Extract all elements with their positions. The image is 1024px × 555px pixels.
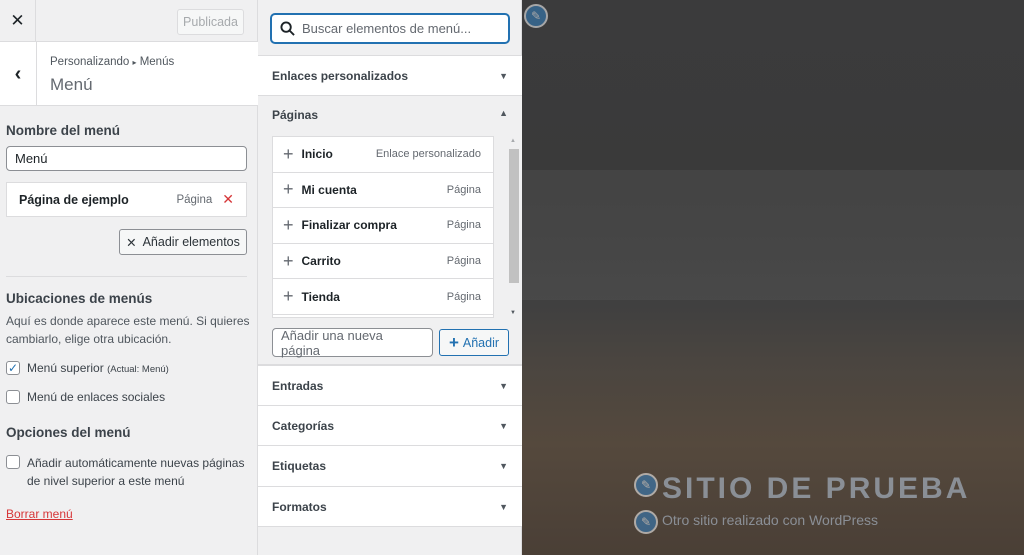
available-items-panel: Buscar elementos de menú... Enlaces pers… xyxy=(258,0,522,555)
menu-name-label: Nombre del menú xyxy=(6,123,121,138)
item-name: Tienda xyxy=(301,289,340,304)
scrollbar-thumb[interactable] xyxy=(509,149,519,283)
option-label: Menú de enlaces sociales xyxy=(27,390,166,404)
pages-list: + Inicio Enlace personalizado + Mi cuenta Pá… xyxy=(272,136,494,318)
option-note: (Actual: Menú) xyxy=(107,364,169,375)
add-items-button[interactable]: ✕ Añadir elementos xyxy=(119,229,247,255)
close-button[interactable]: ✕ xyxy=(0,0,36,42)
item-type: Página xyxy=(446,290,481,303)
section-formats[interactable]: Formatos ▼ xyxy=(258,486,522,527)
add-items-label: Añadir elementos xyxy=(142,235,240,249)
search-icon xyxy=(280,21,295,36)
caret-down-icon: ▼ xyxy=(499,380,508,391)
section-custom-links[interactable]: Enlaces personalizados ▼ xyxy=(258,55,522,96)
edit-menu-shortcut[interactable]: ✎ xyxy=(524,4,548,28)
site-preview: ✎ ✎ ✎ SITIO DE PRUEBA Otro sitio realiza… xyxy=(522,0,1024,555)
section-posts[interactable]: Entradas ▼ xyxy=(258,365,522,406)
menu-item[interactable]: Página de ejemplo Página ✕ xyxy=(6,182,247,217)
chevron-left-icon: ‹ xyxy=(14,62,22,85)
list-item[interactable]: + Tienda Página xyxy=(273,279,493,315)
add-page-label: Añadir xyxy=(462,335,500,350)
location-social-menu[interactable]: Menú de enlaces sociales xyxy=(6,390,165,404)
close-icon: ✕ xyxy=(10,11,25,30)
checkbox[interactable] xyxy=(6,455,20,469)
option-label: Menú superior xyxy=(27,361,104,375)
list-item[interactable]: + Inicio Enlace personalizado xyxy=(273,137,493,173)
item-type: Página xyxy=(446,219,481,232)
option-label: Añadir automáticamente nuevas páginas de… xyxy=(27,456,245,488)
section-title: Entradas xyxy=(272,378,324,393)
section-pages-header[interactable]: Páginas ▲ xyxy=(272,108,508,122)
section-title: Enlaces personalizados xyxy=(272,68,409,83)
plus-icon: + xyxy=(283,286,294,307)
menu-item-title: Página de ejemplo xyxy=(19,192,129,207)
item-name: Finalizar compra xyxy=(301,218,397,233)
site-tagline: Otro sitio realizado con WordPress xyxy=(662,512,879,528)
section-tags[interactable]: Etiquetas ▼ xyxy=(258,445,522,487)
remove-icon[interactable]: ✕ xyxy=(222,191,234,208)
plus-icon: + xyxy=(283,250,294,271)
edit-tagline-shortcut[interactable]: ✎ xyxy=(634,510,658,534)
locations-title: Ubicaciones de menús xyxy=(6,291,153,306)
site-title[interactable]: SITIO DE PRUEBA xyxy=(662,472,970,506)
page-title: Menú xyxy=(50,75,93,94)
pencil-icon: ✎ xyxy=(640,515,652,529)
divider xyxy=(6,276,247,277)
checkbox[interactable] xyxy=(6,390,20,404)
list-item[interactable]: + Carrito Página xyxy=(273,244,493,280)
caret-down-icon: ▼ xyxy=(499,461,508,471)
section-title: Formatos xyxy=(272,499,327,514)
caret-up-icon: ▲ xyxy=(499,108,508,118)
section-pages: Páginas ▲ + Inicio Enlace personalizado + Mi… xyxy=(258,96,522,365)
section-categories[interactable]: Categorías ▼ xyxy=(258,405,522,446)
preview-background-shape xyxy=(522,170,1024,300)
breadcrumb-root: Personalizando xyxy=(50,56,130,68)
menu-item-type: Página xyxy=(176,193,213,206)
item-name: Mi cuenta xyxy=(301,182,357,197)
scrollbar[interactable]: ▲ ▼ xyxy=(508,136,520,320)
top-bar: ✕ Publicada xyxy=(0,0,258,42)
search-placeholder: Buscar elementos de menú... xyxy=(302,21,472,36)
back-button[interactable]: ‹ xyxy=(0,42,37,106)
publish-button[interactable]: Publicada xyxy=(177,9,244,35)
panel-header: ‹ Personalizando ▸ Menús Menú xyxy=(0,42,258,106)
item-name: Carrito xyxy=(301,254,341,269)
pencil-icon: ✎ xyxy=(530,9,542,23)
locations-description: Aquí es donde aparece este menú. Si quie… xyxy=(6,314,250,346)
add-page-button[interactable]: + Añadir xyxy=(439,329,509,356)
plus-icon: + xyxy=(448,332,459,352)
new-page-input[interactable]: Añadir una nueva página xyxy=(272,328,433,358)
edit-title-shortcut[interactable]: ✎ xyxy=(634,473,658,497)
caret-down-icon: ▼ xyxy=(499,70,508,81)
plus-icon: + xyxy=(283,179,294,200)
item-type: Página xyxy=(446,255,481,268)
caret-down-icon: ▼ xyxy=(499,501,508,512)
close-icon: ✕ xyxy=(126,235,137,250)
plus-icon: + xyxy=(283,143,294,164)
auto-add-option[interactable]: Añadir automáticamente nuevas páginas de… xyxy=(6,454,251,490)
breadcrumb-sep: ▸ xyxy=(132,58,137,67)
item-type: Enlace personalizado xyxy=(375,148,481,161)
menu-name-input[interactable]: Menú xyxy=(6,146,247,171)
breadcrumb-current: Menús xyxy=(139,56,175,68)
breadcrumb: Personalizando ▸ Menús xyxy=(50,56,174,68)
checkbox-checked[interactable]: ✓ xyxy=(6,361,20,375)
delete-menu-link[interactable]: Borrar menú xyxy=(6,507,73,521)
pencil-icon: ✎ xyxy=(640,478,652,492)
caret-down-icon: ▼ xyxy=(499,420,508,431)
section-title: Categorías xyxy=(272,418,335,433)
section-title: Páginas xyxy=(272,108,319,122)
list-item[interactable]: + Mi cuenta Página xyxy=(273,173,493,209)
customizer-sidebar: ✕ Publicada ‹ Personalizando ▸ Menús Men… xyxy=(0,0,258,555)
section-title: Etiquetas xyxy=(272,459,327,473)
list-item[interactable]: + Finalizar compra Página xyxy=(273,208,493,244)
item-name: Inicio xyxy=(301,147,333,162)
item-type: Página xyxy=(446,183,481,196)
location-top-menu[interactable]: ✓ Menú superior (Actual: Menú) xyxy=(6,361,169,375)
search-input[interactable]: Buscar elementos de menú... xyxy=(271,14,509,43)
options-title: Opciones del menú xyxy=(6,425,131,440)
plus-icon: + xyxy=(283,214,294,235)
